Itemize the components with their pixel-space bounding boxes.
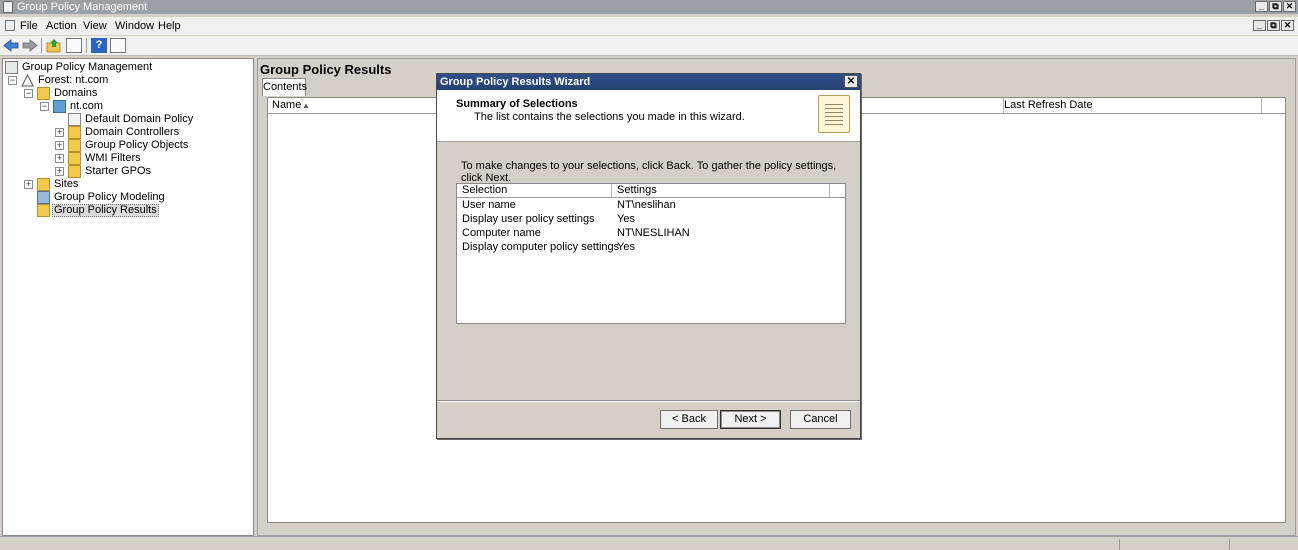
tree-label: nt.com xyxy=(70,100,104,112)
settings-cell: Yes xyxy=(617,241,635,253)
cancel-button[interactable]: Cancel xyxy=(790,410,851,429)
selection-list-header: Selection Settings xyxy=(457,184,845,198)
toolbar: ? xyxy=(0,36,1298,56)
policy-icon xyxy=(68,113,81,126)
tree-label: Group Policy Modeling xyxy=(54,191,165,203)
column-header-selection[interactable]: Selection xyxy=(457,184,612,197)
tab-contents[interactable]: Contents xyxy=(262,78,307,96)
tree-label: Domain Controllers xyxy=(85,126,180,138)
menu-file[interactable]: File xyxy=(20,20,38,32)
menu-window[interactable]: Window xyxy=(115,20,154,32)
status-bar xyxy=(0,536,1298,550)
restore-button[interactable]: ⧉ xyxy=(1269,1,1282,12)
selection-cell: Display user policy settings xyxy=(462,213,595,225)
tree-label: Starter GPOs xyxy=(85,165,152,177)
sites-icon xyxy=(37,178,50,191)
selection-list[interactable]: Selection Settings User name NT\neslihan… xyxy=(456,183,846,324)
collapse-icon[interactable]: − xyxy=(40,102,49,111)
selection-cell: Display computer policy settings xyxy=(462,241,620,253)
column-header-last-refresh-date[interactable]: Last Refresh Date xyxy=(1000,98,1262,113)
menu-action[interactable]: Action xyxy=(46,20,77,32)
column-label: Name xyxy=(272,99,302,111)
settings-cell: Yes xyxy=(617,213,635,225)
show-hide-tree-icon[interactable] xyxy=(66,38,82,53)
scroll-document-icon xyxy=(818,95,850,133)
dialog-titlebar: Group Policy Results Wizard ✕ xyxy=(437,74,860,90)
selection-cell: Computer name xyxy=(462,227,541,239)
header-subtitle: The list contains the selections you mad… xyxy=(474,111,745,123)
close-button[interactable]: ✕ xyxy=(1283,1,1296,12)
expand-icon[interactable]: + xyxy=(55,167,64,176)
column-header-settings[interactable]: Settings xyxy=(612,184,830,197)
up-level-icon[interactable] xyxy=(46,38,62,53)
console-tree[interactable]: Group Policy Management − Forest: nt.com… xyxy=(2,58,254,536)
mdi-minimize-button[interactable]: _ xyxy=(1253,20,1266,31)
expand-icon[interactable]: + xyxy=(55,154,64,163)
tree-label: WMI Filters xyxy=(85,152,141,164)
back-arrow-icon[interactable] xyxy=(3,38,19,53)
selection-cell: User name xyxy=(462,199,516,211)
back-button[interactable]: < Back xyxy=(660,410,718,429)
tree-label: Group Policy Objects xyxy=(85,139,189,151)
expand-icon[interactable]: + xyxy=(24,180,33,189)
ou-icon xyxy=(68,126,81,139)
header-title: Summary of Selections xyxy=(456,98,578,110)
dialog-title: Group Policy Results Wizard xyxy=(440,76,591,88)
tree-label: Domains xyxy=(54,87,98,99)
list-item[interactable]: User name NT\neslihan xyxy=(457,198,845,212)
tree-label: Default Domain Policy xyxy=(85,113,194,125)
toolbar-separator xyxy=(41,38,42,53)
mdi-document-icon[interactable] xyxy=(5,20,15,31)
menubar: File Action View Window Help _ ⧉ ✕ xyxy=(0,17,1298,35)
gpm-app-icon xyxy=(3,1,13,13)
next-button[interactable]: Next > xyxy=(720,410,781,429)
forward-arrow-icon[interactable] xyxy=(22,38,38,53)
folder-icon xyxy=(68,139,81,152)
dialog-close-button[interactable]: ✕ xyxy=(844,75,858,88)
tree-label: Sites xyxy=(54,178,79,190)
list-item[interactable]: Computer name NT\NESLIHAN xyxy=(457,226,845,240)
window-titlebar: Group Policy Management _ ⧉ ✕ xyxy=(0,0,1298,14)
collapse-icon[interactable]: − xyxy=(24,89,33,98)
divider xyxy=(437,400,860,402)
minimize-button[interactable]: _ xyxy=(1255,1,1268,12)
settings-cell: NT\neslihan xyxy=(617,199,676,211)
folder-icon xyxy=(68,152,81,165)
settings-cell: NT\NESLIHAN xyxy=(617,227,690,239)
domains-icon xyxy=(37,87,50,100)
sort-ascending-icon: ▲ xyxy=(302,101,310,110)
toolbar-separator xyxy=(86,38,87,53)
forest-icon xyxy=(21,74,34,87)
modeling-icon xyxy=(37,191,50,204)
folder-icon xyxy=(68,165,81,178)
gpm-icon xyxy=(5,61,18,74)
pane-title: Group Policy Results xyxy=(260,62,392,77)
status-cell xyxy=(1119,539,1229,550)
properties-icon[interactable] xyxy=(110,38,126,53)
tree-label: Forest: nt.com xyxy=(38,74,109,86)
help-icon[interactable]: ? xyxy=(91,38,107,53)
results-icon xyxy=(37,204,50,217)
menu-view[interactable]: View xyxy=(83,20,107,32)
tree-label: Group Policy Results xyxy=(52,204,159,217)
menu-help[interactable]: Help xyxy=(158,20,181,32)
domain-icon xyxy=(53,100,66,113)
expand-icon[interactable]: + xyxy=(55,141,64,150)
collapse-icon[interactable]: − xyxy=(8,76,17,85)
instruction-text: To make changes to your selections, clic… xyxy=(461,160,837,184)
wizard-dialog: Group Policy Results Wizard ✕ Summary of… xyxy=(436,73,861,439)
column-label: Last Refresh Date xyxy=(1004,99,1093,111)
dialog-header: Summary of Selections The list contains … xyxy=(437,90,860,142)
list-item[interactable]: Display computer policy settings Yes xyxy=(457,240,845,254)
expand-icon[interactable]: + xyxy=(55,128,64,137)
mdi-restore-button[interactable]: ⧉ xyxy=(1267,20,1280,31)
tree-label: Group Policy Management xyxy=(22,61,153,73)
list-item[interactable]: Display user policy settings Yes xyxy=(457,212,845,226)
status-cell xyxy=(1229,539,1296,550)
window-title: Group Policy Management xyxy=(17,1,148,13)
mdi-close-button[interactable]: ✕ xyxy=(1281,20,1294,31)
